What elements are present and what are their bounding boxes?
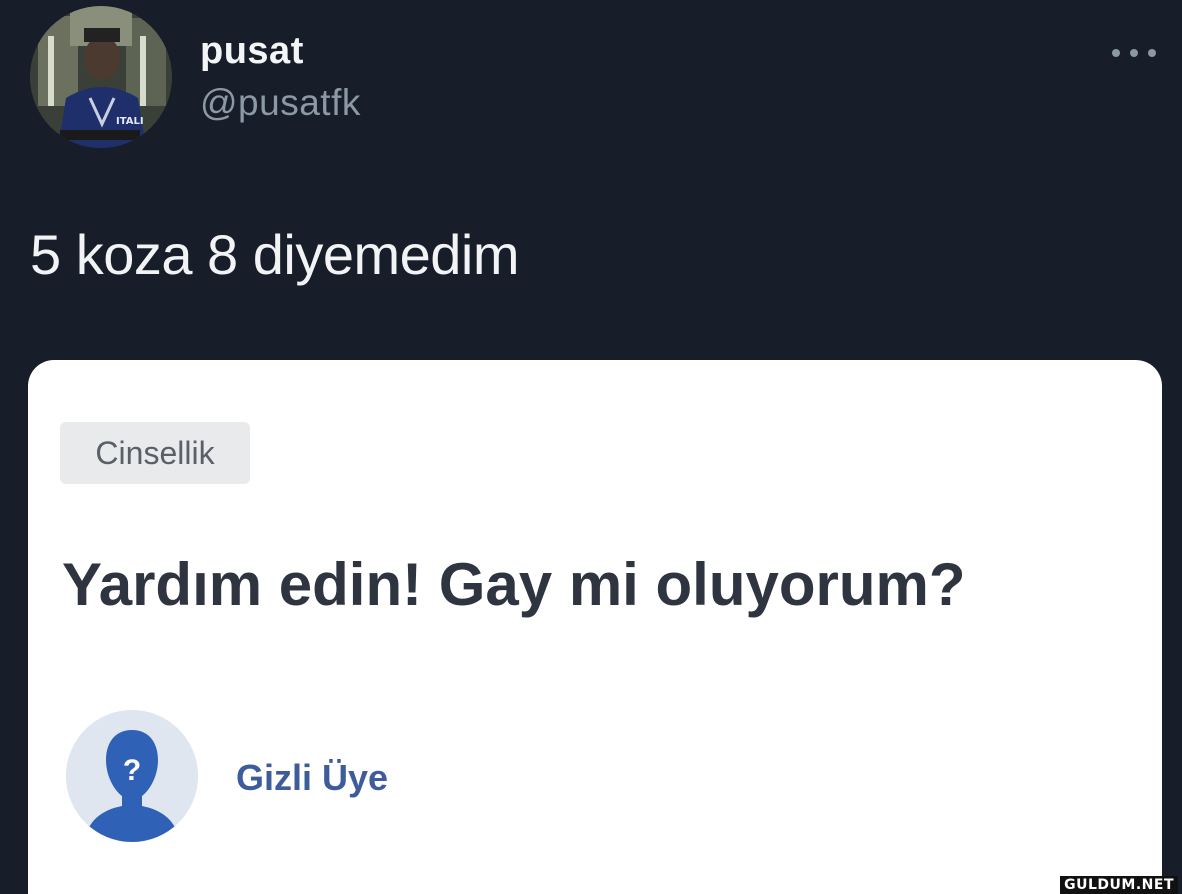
svg-text:ITALI: ITALI — [116, 116, 144, 127]
watermark: GULDUM.NET — [1060, 876, 1178, 894]
dot — [1130, 49, 1138, 57]
tweet-text: 5 koza 8 diyemedim — [30, 223, 520, 286]
user-name-link[interactable]: Gizli Üye — [236, 757, 388, 799]
dot — [1148, 49, 1156, 57]
display-name[interactable]: pusat — [200, 30, 304, 73]
user-handle[interactable]: @pusatfk — [200, 82, 361, 124]
anonymous-user-icon[interactable]: ? — [66, 710, 198, 842]
question-mark: ? — [123, 754, 141, 787]
question-title: Yardım edin! Gay mi oluyorum? — [62, 551, 966, 618]
more-horizontal-icon[interactable] — [1112, 38, 1156, 68]
attached-image-card[interactable]: Cinsellik Yardım edin! Gay mi oluyorum? … — [28, 360, 1162, 894]
profile-photo: ITALI — [30, 6, 172, 148]
page: ITALI pusat @pusatfk 5 koza 8 diyemedim … — [0, 0, 1182, 894]
category-tag[interactable]: Cinsellik — [60, 422, 250, 484]
dot — [1112, 49, 1120, 57]
profile-avatar[interactable]: ITALI — [30, 6, 172, 148]
anonymous-user-graphic: ? — [66, 710, 198, 842]
